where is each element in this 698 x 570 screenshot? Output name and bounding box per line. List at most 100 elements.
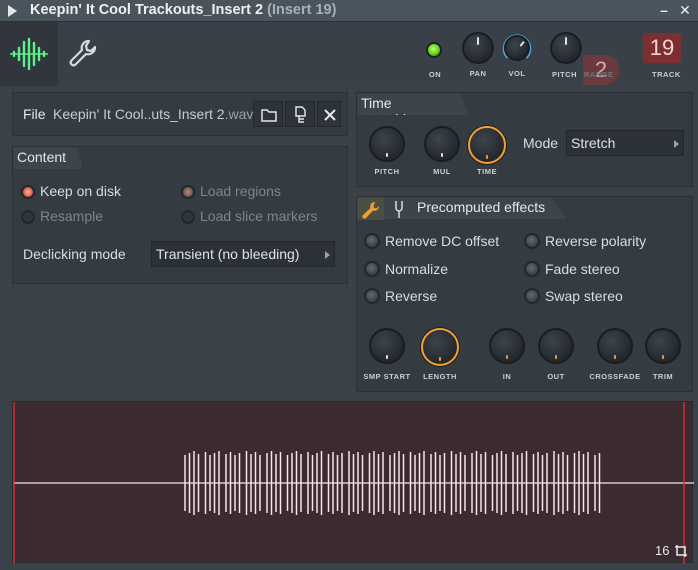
waveform-view[interactable]: 16 bbox=[12, 401, 694, 564]
crossfade-label: CROSSFADE bbox=[589, 372, 641, 381]
pitch-label: PITCH bbox=[552, 70, 577, 79]
title-bar: Keepin' It Cool Trackouts_Insert 2 (Inse… bbox=[0, 0, 698, 22]
ts-pitch-label: PITCH bbox=[374, 167, 400, 176]
smp-start-knob[interactable]: SMP START bbox=[360, 328, 414, 381]
reverse-label[interactable]: Reverse bbox=[385, 288, 437, 304]
length-knob-body[interactable] bbox=[421, 328, 459, 366]
vol-knob[interactable]: VOL bbox=[499, 32, 535, 78]
fade-stereo-label[interactable]: Fade stereo bbox=[545, 261, 620, 277]
in-knob-body[interactable] bbox=[489, 328, 525, 364]
swap-stereo-switch[interactable] bbox=[524, 288, 540, 304]
pitch-knob[interactable] bbox=[548, 32, 584, 64]
dropdown-arrow-icon bbox=[325, 251, 330, 259]
smp-start-label: SMP START bbox=[363, 372, 411, 381]
ts-pitch-knob[interactable]: PITCH bbox=[367, 126, 407, 176]
dropdown-arrow-icon bbox=[674, 140, 679, 148]
normalize-switch[interactable] bbox=[364, 261, 380, 277]
pitch-indicator bbox=[565, 37, 567, 45]
file-name: Keepin' It Cool..uts_Insert 2.wav bbox=[53, 106, 253, 122]
close-icon bbox=[324, 109, 336, 121]
crossfade-knob-body[interactable] bbox=[597, 328, 633, 364]
wrench-icon bbox=[69, 39, 97, 67]
on-control: ON bbox=[421, 70, 449, 79]
crossfade-knob[interactable]: CROSSFADE bbox=[588, 328, 642, 381]
triangle-right-icon[interactable] bbox=[8, 5, 17, 17]
waveform-icon bbox=[10, 37, 48, 71]
length-label: LENGTH bbox=[423, 372, 457, 381]
header-bar: ON PAN VOL 2 PITCH RANGE 19 TRACK bbox=[0, 22, 698, 86]
ts-mul-knob[interactable]: MUL bbox=[422, 126, 462, 176]
precomputed-title: Precomputed effects bbox=[357, 197, 567, 219]
mode-select[interactable]: Stretch bbox=[566, 130, 684, 156]
reverse-polarity-label[interactable]: Reverse polarity bbox=[545, 233, 646, 249]
vol-knob-body[interactable] bbox=[504, 35, 530, 61]
keep-on-disk-label[interactable]: Keep on disk bbox=[40, 183, 121, 199]
normalize-label[interactable]: Normalize bbox=[385, 261, 448, 277]
smp-start-knob-body[interactable] bbox=[369, 328, 405, 364]
load-regions-radio[interactable] bbox=[181, 185, 195, 199]
browse-file-button[interactable] bbox=[285, 101, 315, 127]
ts-pitch-knob-body[interactable] bbox=[369, 126, 405, 162]
ts-pitch-indicator bbox=[386, 153, 388, 157]
length-knob[interactable]: LENGTH bbox=[417, 328, 463, 381]
remove-dc-switch[interactable] bbox=[364, 233, 380, 249]
folder-open-icon bbox=[261, 109, 277, 122]
remove-dc-label[interactable]: Remove DC offset bbox=[385, 233, 499, 249]
ts-time-label: TIME bbox=[477, 167, 497, 176]
time-stretching-title: Time stretching bbox=[357, 93, 469, 115]
pan-label: PAN bbox=[469, 69, 487, 78]
fade-stereo-switch[interactable] bbox=[524, 261, 540, 277]
load-regions-label[interactable]: Load regions bbox=[200, 183, 281, 199]
content-title: Content bbox=[13, 147, 83, 169]
declicking-select[interactable]: Transient (no bleeding) bbox=[151, 241, 335, 267]
trim-knob-body[interactable] bbox=[645, 328, 681, 364]
resample-radio[interactable] bbox=[21, 210, 35, 224]
in-indicator bbox=[506, 355, 508, 359]
load-slice-markers-label[interactable]: Load slice markers bbox=[200, 208, 318, 224]
out-indicator bbox=[555, 355, 557, 359]
ts-time-knob[interactable]: TIME bbox=[467, 126, 507, 176]
file-tree-icon bbox=[295, 106, 306, 123]
out-knob-body[interactable] bbox=[538, 328, 574, 364]
precomputed-wrench-button[interactable] bbox=[358, 198, 384, 220]
window-title-text: Keepin' It Cool Trackouts_Insert 2 bbox=[30, 2, 264, 18]
on-label: ON bbox=[428, 70, 442, 79]
tab-settings[interactable] bbox=[62, 34, 102, 74]
length-indicator bbox=[439, 357, 441, 361]
track-label: TRACK bbox=[652, 70, 681, 79]
reverse-polarity-switch[interactable] bbox=[524, 233, 540, 249]
ts-time-indicator bbox=[486, 155, 488, 159]
close-button[interactable]: ✕ bbox=[677, 2, 693, 18]
pan-knob-body[interactable] bbox=[462, 32, 494, 64]
window-title: Keepin' It Cool Trackouts_Insert 2 (Inse… bbox=[30, 2, 336, 18]
swap-stereo-label[interactable]: Swap stereo bbox=[545, 288, 623, 304]
keep-on-disk-radio[interactable] bbox=[21, 185, 35, 199]
file-name-text: Keepin' It Cool..uts_Insert 2 bbox=[53, 106, 225, 122]
mode-value: Stretch bbox=[571, 135, 616, 151]
crop-icon[interactable] bbox=[674, 544, 688, 558]
resample-label[interactable]: Resample bbox=[40, 208, 103, 224]
ts-mul-knob-body[interactable] bbox=[424, 126, 460, 162]
minimize-button[interactable]: – bbox=[656, 2, 672, 18]
pitch-knob-body[interactable] bbox=[550, 32, 582, 64]
out-knob[interactable]: OUT bbox=[536, 328, 576, 381]
tab-sample[interactable] bbox=[0, 22, 58, 86]
pan-knob[interactable]: PAN bbox=[460, 32, 496, 78]
in-label: IN bbox=[502, 372, 512, 381]
remove-file-button[interactable] bbox=[317, 101, 341, 127]
reverse-switch[interactable] bbox=[364, 288, 380, 304]
track-value[interactable]: 19 bbox=[643, 33, 681, 63]
mode-label: Mode bbox=[523, 135, 559, 151]
load-slice-markers-radio[interactable] bbox=[181, 210, 195, 224]
open-file-button[interactable] bbox=[253, 101, 283, 127]
declicking-label: Declicking mode bbox=[23, 246, 126, 262]
tuning-fork-button[interactable] bbox=[391, 199, 407, 219]
tuning-fork-icon bbox=[395, 201, 403, 218]
waveform-display[interactable] bbox=[13, 402, 694, 564]
vol-indicator bbox=[519, 40, 525, 47]
ts-time-knob-body[interactable] bbox=[468, 126, 506, 164]
out-label: OUT bbox=[547, 372, 565, 381]
trim-knob[interactable]: TRIM bbox=[643, 328, 683, 381]
in-knob[interactable]: IN bbox=[487, 328, 527, 381]
on-led[interactable] bbox=[426, 42, 442, 58]
